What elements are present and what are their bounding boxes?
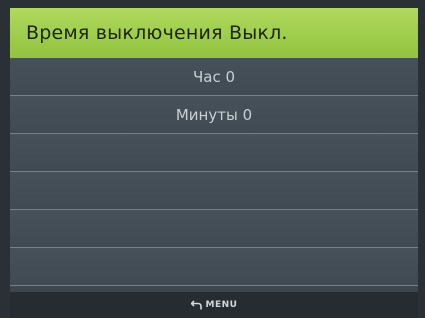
menu-item-label: Час 0 bbox=[192, 67, 236, 86]
menu-label: MENU bbox=[205, 300, 238, 310]
screen-bezel-left bbox=[0, 0, 10, 318]
osd-screen: Время выключения Выкл. Час 0 Минуты 0 ME… bbox=[0, 0, 425, 318]
menu-item-hour[interactable]: Час 0 bbox=[10, 58, 418, 96]
screen-bezel-top bbox=[0, 0, 425, 8]
menu-item-empty bbox=[10, 210, 418, 248]
menu-back-button[interactable]: MENU bbox=[190, 300, 238, 310]
menu-item-label: Минуты 0 bbox=[175, 105, 253, 124]
settings-list: Час 0 Минуты 0 bbox=[10, 58, 418, 290]
footer-bar: MENU bbox=[10, 292, 418, 318]
title-bar: Время выключения Выкл. bbox=[10, 8, 418, 58]
screen-bezel-right bbox=[418, 0, 425, 318]
menu-item-empty bbox=[10, 172, 418, 210]
return-arrow-icon bbox=[190, 300, 202, 310]
page-title: Время выключения Выкл. bbox=[26, 22, 288, 44]
menu-item-minutes[interactable]: Минуты 0 bbox=[10, 96, 418, 134]
menu-item-empty bbox=[10, 134, 418, 172]
menu-item-empty bbox=[10, 248, 418, 286]
